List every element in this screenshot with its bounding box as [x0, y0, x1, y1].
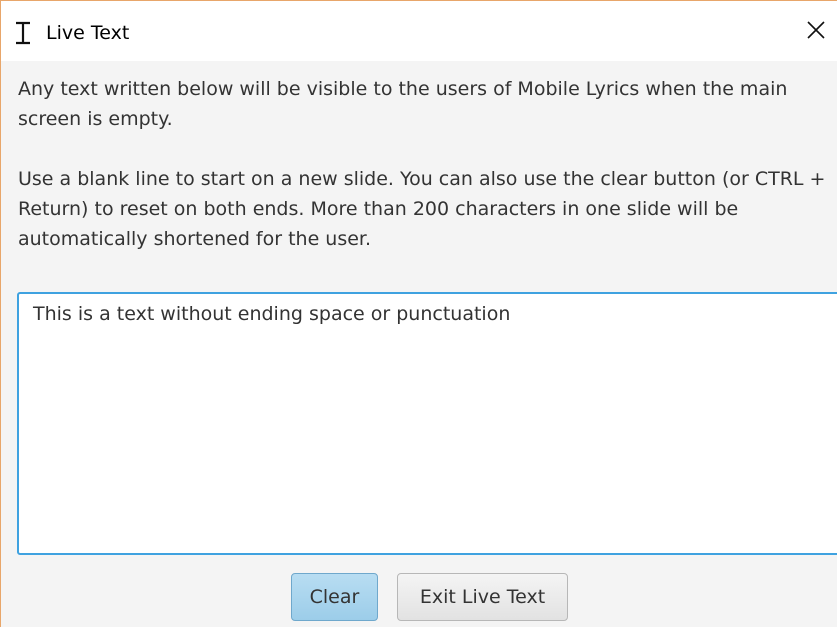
live-text-window: Live Text Any text written below will be… [0, 0, 837, 627]
live-text-input[interactable] [17, 292, 837, 555]
close-button[interactable] [794, 9, 837, 55]
title-bar[interactable]: Live Text [1, 1, 837, 61]
clear-button[interactable]: Clear [291, 573, 378, 621]
instructions-paragraph-1: Any text written below will be visible t… [18, 78, 788, 130]
instructions: Any text written below will be visible t… [18, 74, 833, 254]
exit-live-text-button[interactable]: Exit Live Text [397, 573, 568, 621]
text-cursor-icon [13, 21, 33, 45]
close-icon [806, 20, 826, 44]
instructions-paragraph-2: Use a blank line to start on a new slide… [18, 168, 826, 250]
window-title: Live Text [46, 22, 130, 44]
